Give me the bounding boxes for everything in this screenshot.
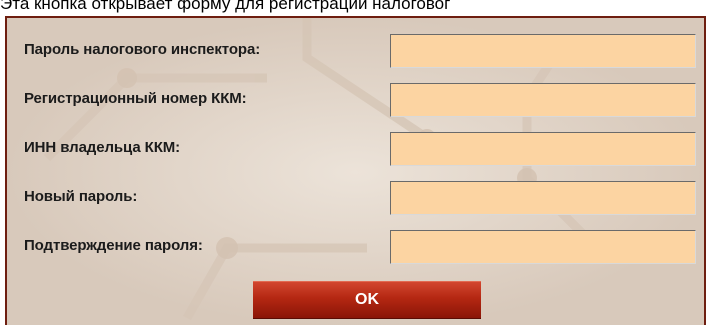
kkm-registration-number-input[interactable] <box>390 83 696 117</box>
kkm-owner-inn-input[interactable] <box>390 132 696 166</box>
page-caption: Эта кнопка открывает форму для регистрац… <box>0 0 451 13</box>
form-row-kkm-owner-inn: ИНН владельца ККМ: <box>7 132 704 168</box>
inspector-password-input[interactable] <box>390 34 696 68</box>
form-row-new-password: Новый пароль: <box>7 181 704 217</box>
form-row-kkm-registration-number: Регистрационный номер ККМ: <box>7 83 704 119</box>
tax-inspector-registration-form: Пароль налогового инспектора: Регистраци… <box>5 16 706 325</box>
inspector-password-label: Пароль налогового инспектора: <box>24 41 261 58</box>
form-row-inspector-password: Пароль налогового инспектора: <box>7 34 704 70</box>
kkm-registration-number-label: Регистрационный номер ККМ: <box>24 90 247 107</box>
new-password-label: Новый пароль: <box>24 188 138 205</box>
form-row-confirm-password: Подтверждение пароля: <box>7 230 704 266</box>
confirm-password-label: Подтверждение пароля: <box>24 237 203 254</box>
new-password-input[interactable] <box>390 181 696 215</box>
ok-button[interactable]: OK <box>253 281 481 319</box>
confirm-password-input[interactable] <box>390 230 696 264</box>
kkm-owner-inn-label: ИНН владельца ККМ: <box>24 139 181 156</box>
